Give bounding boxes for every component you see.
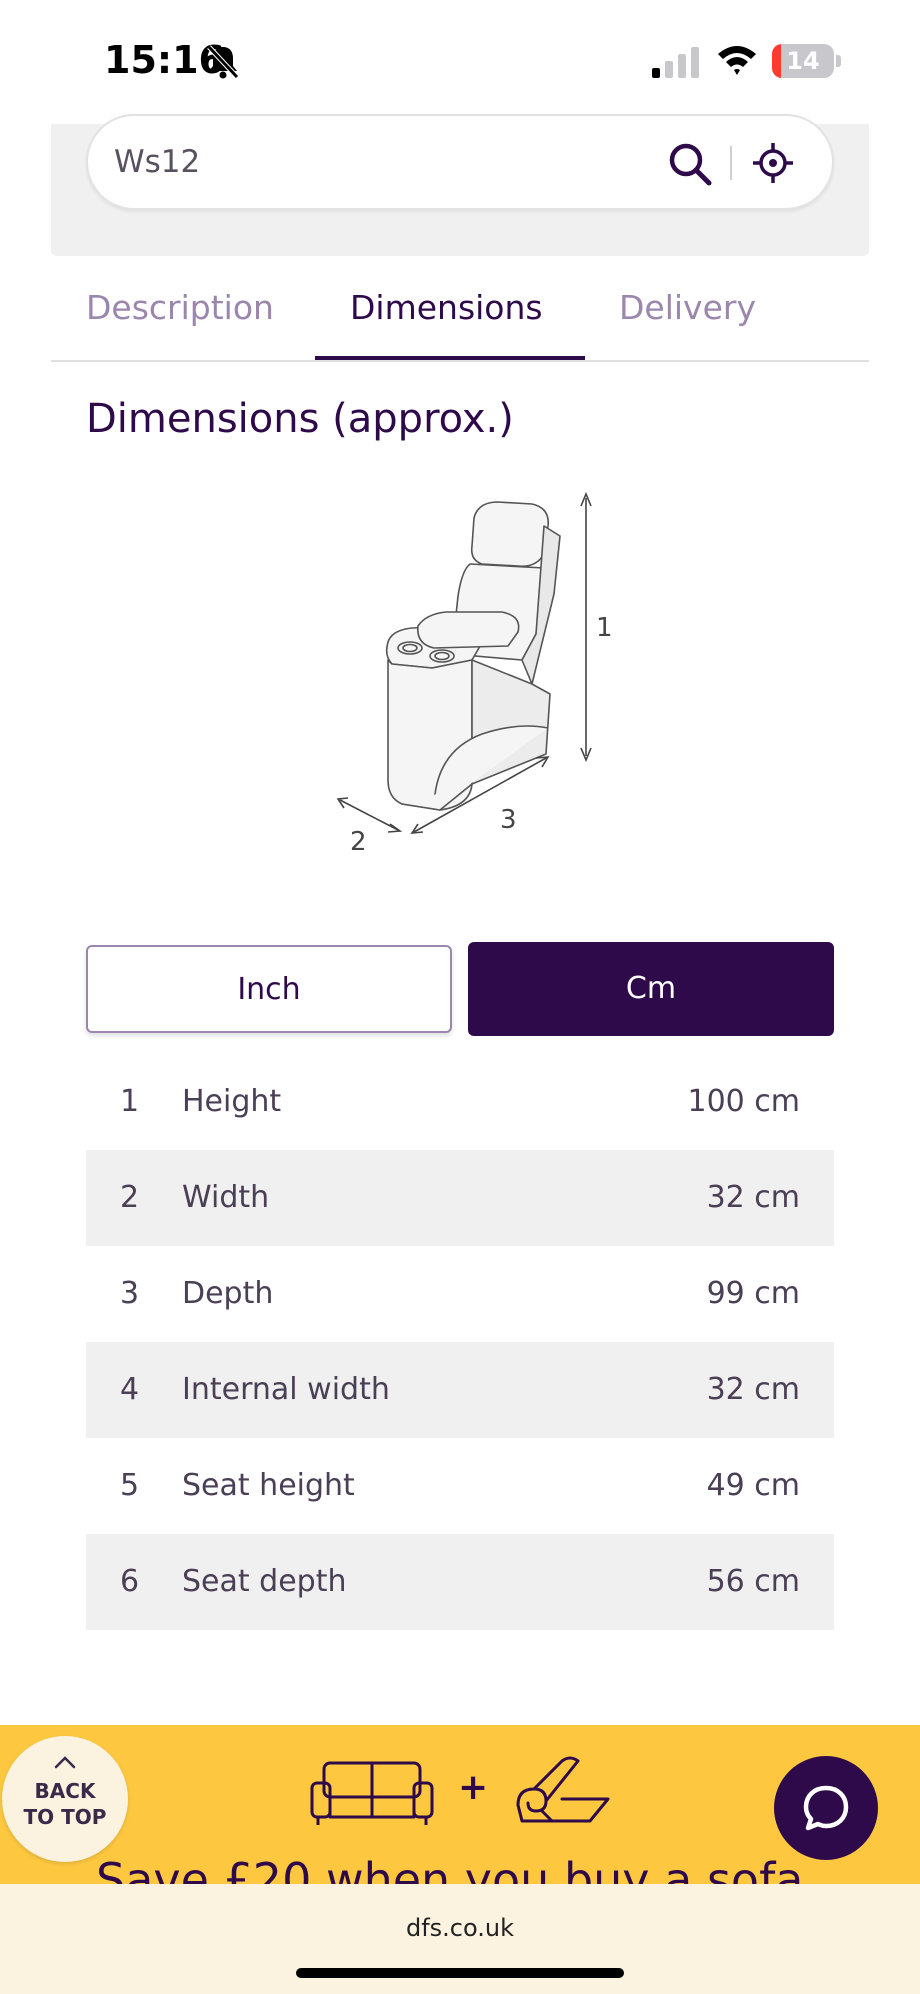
dimension-value: 100 cm [687,1084,800,1119]
browser-bottom-bar: dfs.co.uk [0,1884,920,1994]
dimension-row: 3 Depth 99 cm [86,1246,834,1342]
cellular-signal-icon [652,47,699,78]
back-to-top-label: BACK TO TOP [2,1778,128,1830]
dimension-row: 6 Seat depth 56 cm [86,1534,834,1630]
active-tab-indicator [315,356,585,360]
dimension-number: 1 [120,1084,140,1119]
tab-dimensions[interactable]: Dimensions [350,288,543,327]
promo-text: Save £20 when you buy a sofa [96,1853,804,1885]
status-bar: 15:16 14 [0,0,920,124]
dimension-number: 3 [120,1276,140,1311]
recliner-dimensions-diagram: 1 2 3 [336,491,613,854]
back-to-top-line2: TO TOP [23,1805,107,1829]
bell-muted-icon [207,45,239,79]
sofa-icon [310,1761,434,1825]
dimension-value: 32 cm [706,1180,800,1215]
dimension-number: 6 [120,1564,140,1599]
dimension-label: Depth [182,1276,274,1311]
dimension-row: 5 Seat height 49 cm [86,1438,834,1534]
dimension-label: Seat height [182,1468,355,1503]
tab-description[interactable]: Description [86,288,274,327]
wifi-icon [718,46,756,75]
tab-delivery[interactable]: Delivery [619,288,756,327]
diagram-label-2: 2 [350,827,367,854]
back-to-top-line1: BACK [34,1779,96,1803]
back-to-top-button[interactable]: BACK TO TOP [2,1736,128,1862]
search-input[interactable]: Ws12 [86,114,834,210]
dimension-row: 4 Internal width 32 cm [86,1342,834,1438]
unit-cm-button[interactable]: Cm [468,942,834,1036]
dimensions-table: 1 Height 100 cm 2 Width 32 cm 3 Depth 99… [86,1054,834,1630]
location-crosshair-icon[interactable] [748,138,798,188]
chat-button[interactable] [774,1756,878,1860]
search-icon[interactable] [666,140,714,188]
dimension-number: 2 [120,1180,140,1215]
dimension-number: 5 [120,1468,140,1503]
search-value[interactable]: Ws12 [114,144,200,180]
unit-inch-button[interactable]: Inch [86,945,452,1033]
battery-icon: 14 [772,44,842,80]
chevron-up-icon [54,1756,76,1769]
url-bar[interactable]: dfs.co.uk [0,1914,920,1942]
section-title: Dimensions (approx.) [86,396,514,442]
dimension-value: 49 cm [706,1468,800,1503]
diagram-label-3: 3 [500,805,517,835]
product-tabs: Description Dimensions Delivery [51,270,869,362]
dimension-value: 56 cm [706,1564,800,1599]
dimension-number: 4 [120,1372,140,1407]
promo-plus: + [458,1767,489,1808]
dimension-value: 32 cm [706,1372,800,1407]
dimension-row: 2 Width 32 cm [86,1150,834,1246]
home-indicator[interactable] [296,1968,624,1978]
search-divider [730,146,732,180]
rug-icon [516,1756,610,1823]
dimension-label: Height [182,1084,282,1119]
chat-bubble-icon [803,1785,849,1831]
dimension-label: Seat depth [182,1564,347,1599]
dimension-row: 1 Height 100 cm [86,1054,834,1150]
dimension-label: Width [182,1180,270,1215]
dimension-label: Internal width [182,1372,390,1407]
battery-level: 14 [786,47,820,75]
dimension-value: 99 cm [706,1276,800,1311]
diagram-label-1: 1 [596,613,613,643]
